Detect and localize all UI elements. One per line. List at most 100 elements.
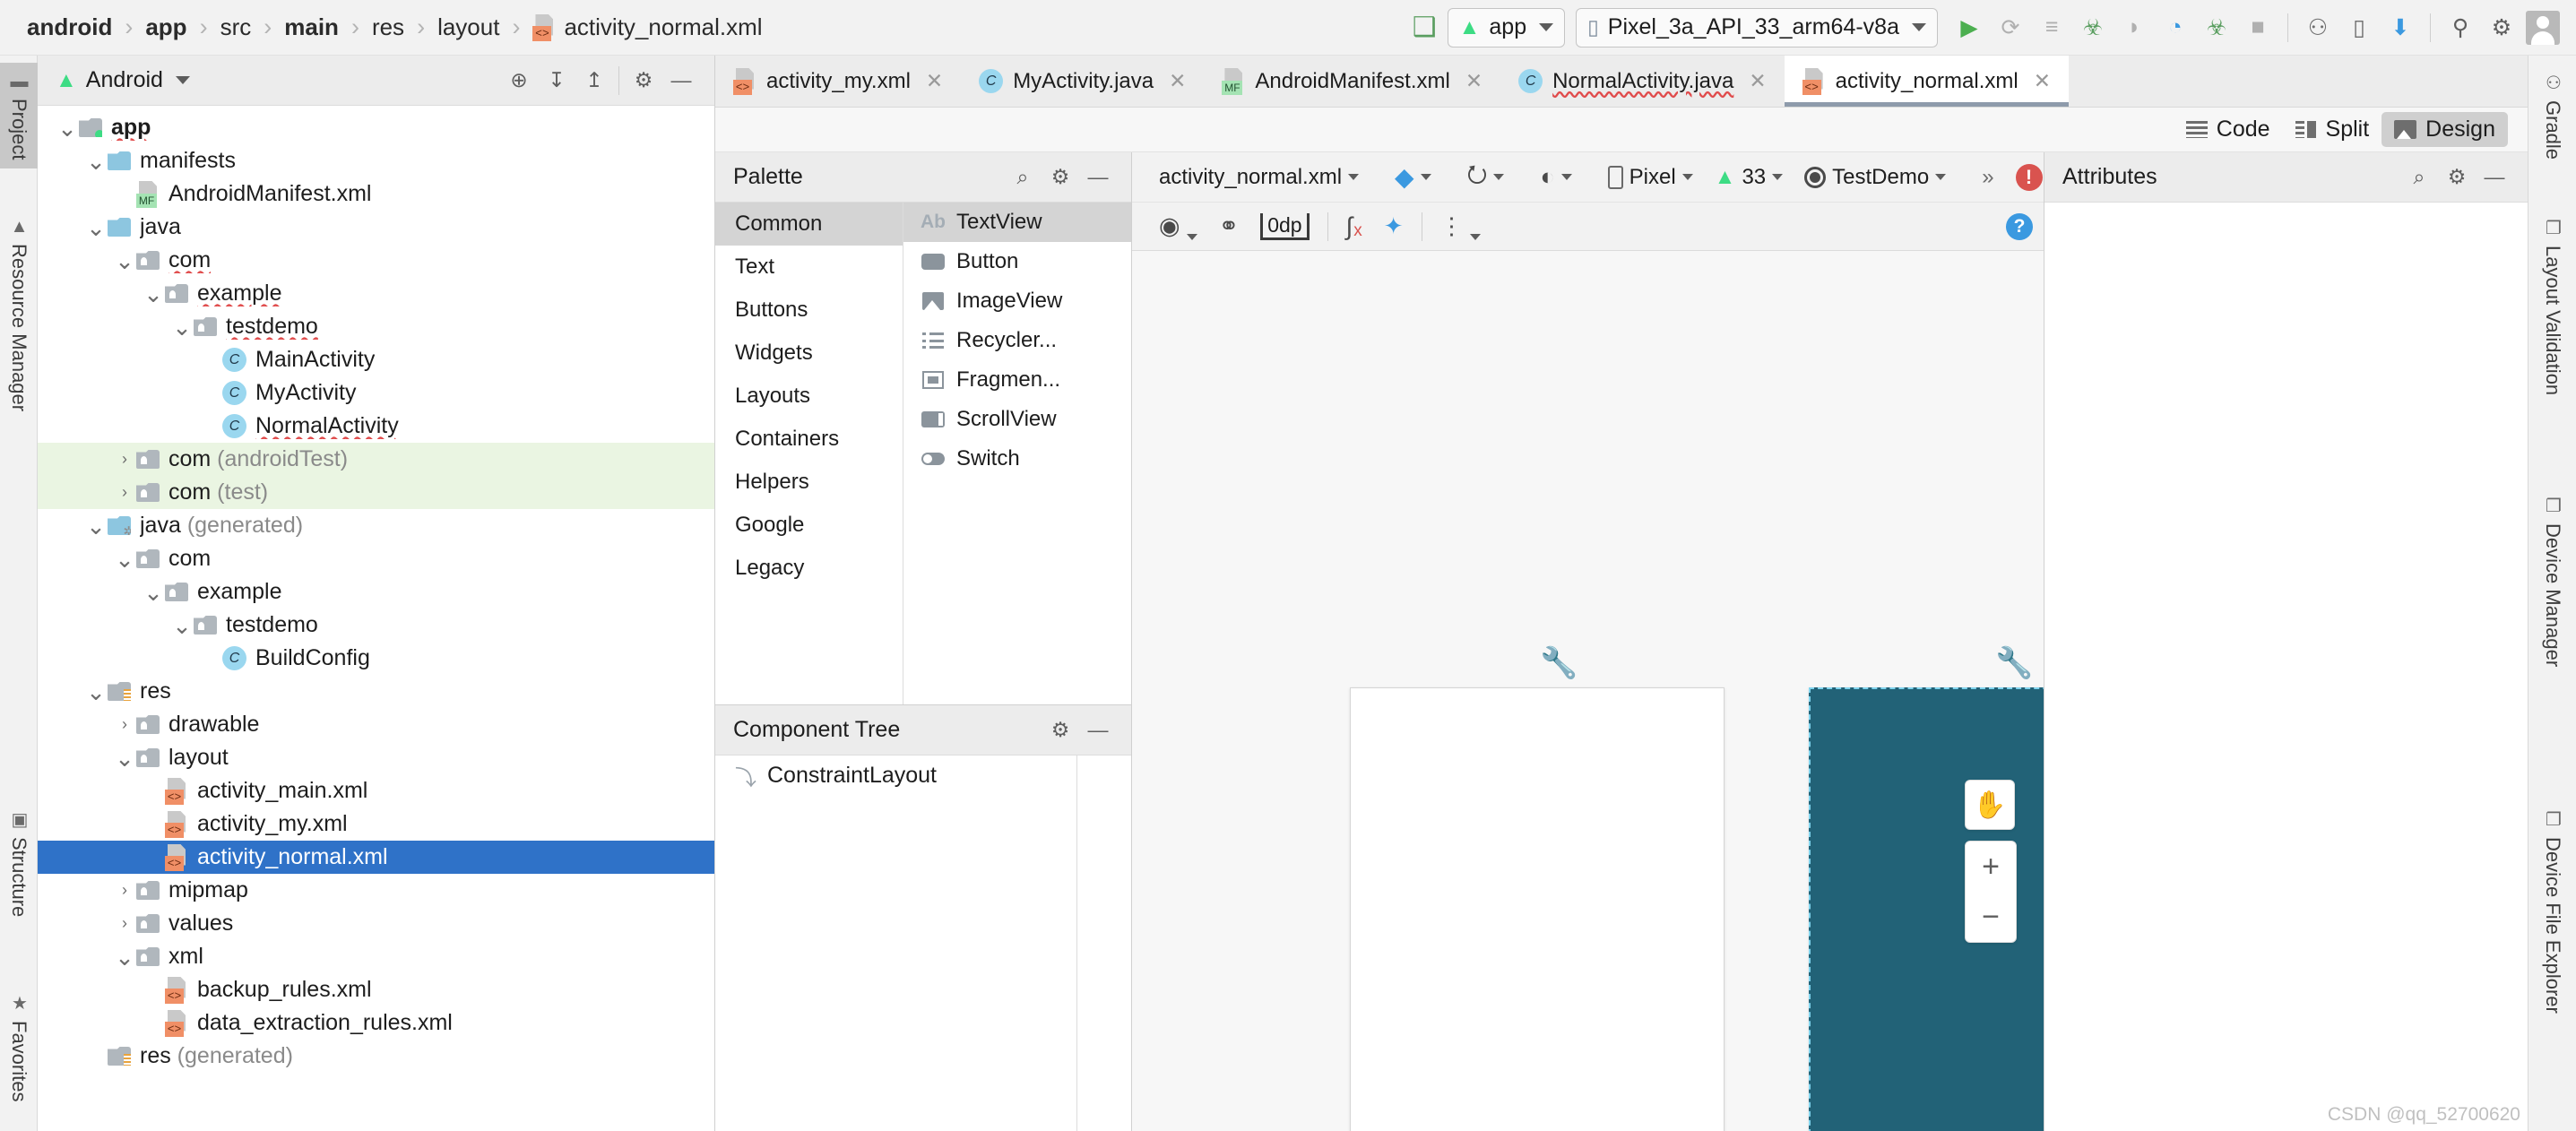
apply-changes-button[interactable]: ☣ (2196, 7, 2237, 48)
tree-row[interactable]: <> backup_rules.xml (38, 973, 714, 1006)
editor-tab-NormalActivity-java[interactable]: C NormalActivity.java ✕ (1500, 56, 1785, 107)
tree-row[interactable]: <> activity_normal.xml (38, 841, 714, 874)
hide-panel-icon[interactable]: — (2476, 159, 2513, 196)
editor-tab-close-icon[interactable]: ✕ (1465, 69, 1482, 93)
tree-row[interactable]: ⌄ testdemo (38, 609, 714, 642)
tree-row[interactable]: › com (androidTest) (38, 443, 714, 476)
tree-row[interactable]: ⌄ com (38, 542, 714, 575)
palette-category-helpers[interactable]: Helpers (715, 461, 903, 504)
design-canvas[interactable]: 🔧 🔧 ╲ ✋ + − (1132, 251, 2044, 1131)
device-preview-selector[interactable]: Pixel (1597, 165, 1704, 190)
tree-expand-arrow-icon[interactable]: › (113, 450, 136, 469)
attributes-body[interactable] (2044, 203, 2528, 1131)
toolbar-overflow-button[interactable]: » (1971, 165, 2004, 190)
palette-category-layouts[interactable]: Layouts (715, 375, 903, 418)
stop-button[interactable]: ■ (2237, 7, 2278, 48)
api-level-selector[interactable]: ▲ 33 (1704, 165, 1794, 190)
search-icon[interactable]: ⌕ (2400, 159, 2438, 196)
zoom-in-button[interactable]: + (1966, 842, 2016, 892)
expand-all-icon[interactable]: ↧ (538, 62, 575, 99)
tree-row[interactable]: <> data_extraction_rules.xml (38, 1006, 714, 1040)
rail-item-layout-validation[interactable]: ❐ Layout Validation (2528, 208, 2576, 404)
tree-row[interactable]: ⌄ example (38, 277, 714, 310)
tree-row[interactable]: ⌄ java (38, 211, 714, 244)
tree-expand-arrow-icon[interactable]: ⌄ (84, 216, 108, 239)
palette-item-ImageView[interactable]: ImageView (903, 281, 1131, 321)
night-mode-button[interactable]: ◐ (1529, 163, 1582, 191)
tree-row[interactable]: MF AndroidManifest.xml (38, 177, 714, 211)
gear-icon[interactable]: ⚙ (2438, 159, 2476, 196)
tree-expand-arrow-icon[interactable]: ⌄ (113, 249, 136, 272)
editor-tab-close-icon[interactable]: ✕ (1749, 69, 1766, 93)
attach-debugger-button[interactable]: ◗ (2114, 7, 2155, 48)
select-opened-file-icon[interactable]: ⊕ (500, 62, 538, 99)
palette-category-legacy[interactable]: Legacy (715, 547, 903, 590)
default-margin-button[interactable]: 0dp (1249, 212, 1319, 240)
component-tree-body[interactable]: ⤵ ConstraintLayout (715, 755, 1131, 1131)
tree-expand-arrow-icon[interactable]: ⌄ (113, 945, 136, 969)
device-selector[interactable]: ▯ Pixel_3a_API_33_arm64-v8a (1576, 7, 1938, 47)
tree-expand-arrow-icon[interactable]: ⌄ (113, 747, 136, 770)
module-selector[interactable]: ▲ app (1447, 7, 1566, 47)
palette-category-text[interactable]: Text (715, 246, 903, 289)
sdk-manager-button[interactable]: ⬇ (2380, 7, 2421, 48)
rail-item-project[interactable]: ▬ Project (0, 63, 38, 169)
clear-constraints-button[interactable]: ∫ x (1336, 212, 1373, 241)
tree-row[interactable]: C NormalActivity (38, 410, 714, 443)
avd-manager-button[interactable]: ⚇ (2297, 7, 2338, 48)
tree-row[interactable]: › mipmap (38, 874, 714, 907)
design-preview-config-wrench-icon[interactable]: 🔧 (1540, 645, 1578, 681)
tree-row[interactable]: C MainActivity (38, 343, 714, 376)
breadcrumb-item-main[interactable]: main (282, 13, 341, 41)
profiler-button[interactable]: ◔ (2155, 7, 2196, 48)
tree-expand-arrow-icon[interactable]: › (113, 881, 136, 900)
project-tree[interactable]: ⌄ app ⌄ manifests MF AndroidManifest.xml ⌄ jav… (38, 106, 714, 1131)
breadcrumb-item-src[interactable]: src (219, 13, 254, 41)
palette-category-google[interactable]: Google (715, 504, 903, 547)
rail-item-gradle[interactable]: ⚇ Gradle (2528, 63, 2576, 168)
rerun-button[interactable]: ≡ (2031, 7, 2072, 48)
rail-item-structure[interactable]: ▣ Structure (0, 799, 38, 926)
component-tree-node-constraintlayout[interactable]: ⤵ ConstraintLayout (715, 755, 1131, 795)
palette-item-Fragmen[interactable]: Fragmen... (903, 360, 1131, 400)
autoconnect-button[interactable]: ⚭ (1208, 212, 1250, 240)
hide-panel-icon[interactable]: — (1079, 712, 1117, 749)
editor-tab-MyActivity-java[interactable]: C MyActivity.java ✕ (961, 56, 1204, 107)
palette-item-Switch[interactable]: Switch (903, 439, 1131, 479)
palette-category-list[interactable]: Common Text Buttons Widgets Layouts Container… (715, 203, 903, 704)
user-account-avatar[interactable] (2522, 7, 2563, 48)
palette-item-list[interactable]: Ab TextView Button ImageView Recycler... Frag… (903, 203, 1131, 704)
mode-button-design[interactable]: Design (2382, 112, 2508, 147)
tree-expand-arrow-icon[interactable]: › (113, 914, 136, 933)
palette-category-widgets[interactable]: Widgets (715, 332, 903, 375)
design-help-button[interactable]: ? (1995, 212, 2044, 240)
hide-panel-icon[interactable]: — (1079, 159, 1117, 196)
rail-item-device-file-explorer[interactable]: ❐ Device File Explorer (2528, 799, 2576, 1023)
tree-expand-arrow-icon[interactable]: › (113, 715, 136, 734)
settings-gear-icon[interactable]: ⚙ (625, 62, 662, 99)
project-view-selector-label[interactable]: Android (86, 67, 163, 93)
tree-row[interactable]: ⌄ java (generated) (38, 509, 714, 542)
chevron-down-icon[interactable] (175, 76, 190, 84)
breadcrumb-item-android[interactable]: android (25, 13, 114, 41)
tree-expand-arrow-icon[interactable]: ⌄ (84, 150, 108, 173)
tree-row[interactable]: › com (test) (38, 476, 714, 509)
show-constraints-button[interactable]: ◉ (1148, 212, 1208, 240)
tree-expand-arrow-icon[interactable]: ⌄ (142, 581, 165, 604)
tree-expand-arrow-icon[interactable]: › (113, 483, 136, 502)
breadcrumb-item-app[interactable]: app (143, 13, 188, 41)
palette-item-ScrollView[interactable]: ScrollView (903, 400, 1131, 439)
editor-tab-activity_my-xml[interactable]: <> activity_my.xml ✕ (715, 56, 961, 107)
tree-expand-arrow-icon[interactable]: ⌄ (170, 315, 194, 339)
orientation-button[interactable]: ⭮ (1457, 157, 1516, 198)
hide-panel-icon[interactable]: — (662, 62, 700, 99)
search-icon[interactable]: ⌕ (1004, 159, 1042, 196)
palette-category-buttons[interactable]: Buttons (715, 289, 903, 332)
search-everywhere-button[interactable]: ⚲ (2440, 7, 2481, 48)
tree-expand-arrow-icon[interactable]: ⌄ (84, 680, 108, 704)
tree-row[interactable]: ⌄ layout (38, 741, 714, 774)
collapse-all-icon[interactable]: ↥ (575, 62, 613, 99)
settings-button[interactable]: ⚙ (2481, 7, 2522, 48)
mode-button-code[interactable]: Code (2174, 112, 2283, 147)
pan-tool-button[interactable]: ✋ (1965, 780, 2015, 830)
